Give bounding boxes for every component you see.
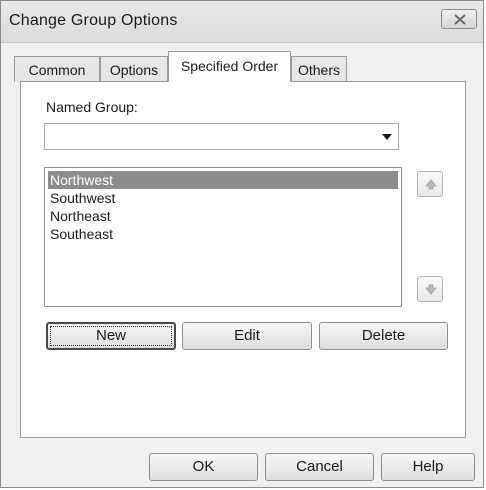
edit-button[interactable]: Edit xyxy=(182,322,312,350)
move-down-button[interactable] xyxy=(417,276,443,302)
chevron-down-icon xyxy=(382,134,392,140)
list-item-southeast[interactable]: Southeast xyxy=(48,225,398,243)
cancel-button-label: Cancel xyxy=(296,458,343,475)
group-order-list[interactable]: Northwest Southwest Northeast Southeast xyxy=(44,167,402,307)
ok-button[interactable]: OK xyxy=(149,453,258,481)
close-icon xyxy=(454,14,466,25)
tab-options[interactable]: Options xyxy=(100,56,168,82)
tab-common-label: Common xyxy=(28,62,86,78)
arrow-down-icon xyxy=(425,284,437,295)
named-group-dropdown[interactable] xyxy=(44,123,399,150)
arrow-up-icon xyxy=(425,179,437,190)
delete-button-label: Delete xyxy=(361,327,406,344)
focus-rectangle xyxy=(50,326,172,346)
new-button[interactable]: New xyxy=(46,322,176,350)
title-bar: Change Group Options xyxy=(1,1,483,43)
tab-specified-order[interactable]: Specified Order xyxy=(168,51,291,82)
list-item-northeast[interactable]: Northeast xyxy=(48,207,398,225)
tab-others-label: Others xyxy=(297,62,340,78)
close-button[interactable] xyxy=(441,9,477,29)
tab-common[interactable]: Common xyxy=(14,56,100,82)
list-item-northwest[interactable]: Northwest xyxy=(48,171,398,189)
tab-specified-order-label: Specified Order xyxy=(180,58,279,74)
tab-options-label: Options xyxy=(109,62,159,78)
edit-button-label: Edit xyxy=(234,327,260,344)
move-up-button[interactable] xyxy=(417,171,443,197)
list-item-southwest[interactable]: Southwest xyxy=(48,189,398,207)
help-button-label: Help xyxy=(412,458,444,475)
named-group-label: Named Group: xyxy=(46,99,138,115)
ok-button-label: OK xyxy=(192,458,215,475)
tab-others[interactable]: Others xyxy=(291,56,347,82)
change-group-options-dialog: Change Group Options Common Options Spec… xyxy=(0,0,484,488)
delete-button[interactable]: Delete xyxy=(319,322,448,350)
help-button[interactable]: Help xyxy=(381,453,475,481)
dialog-title: Change Group Options xyxy=(9,12,178,29)
cancel-button[interactable]: Cancel xyxy=(265,453,374,481)
